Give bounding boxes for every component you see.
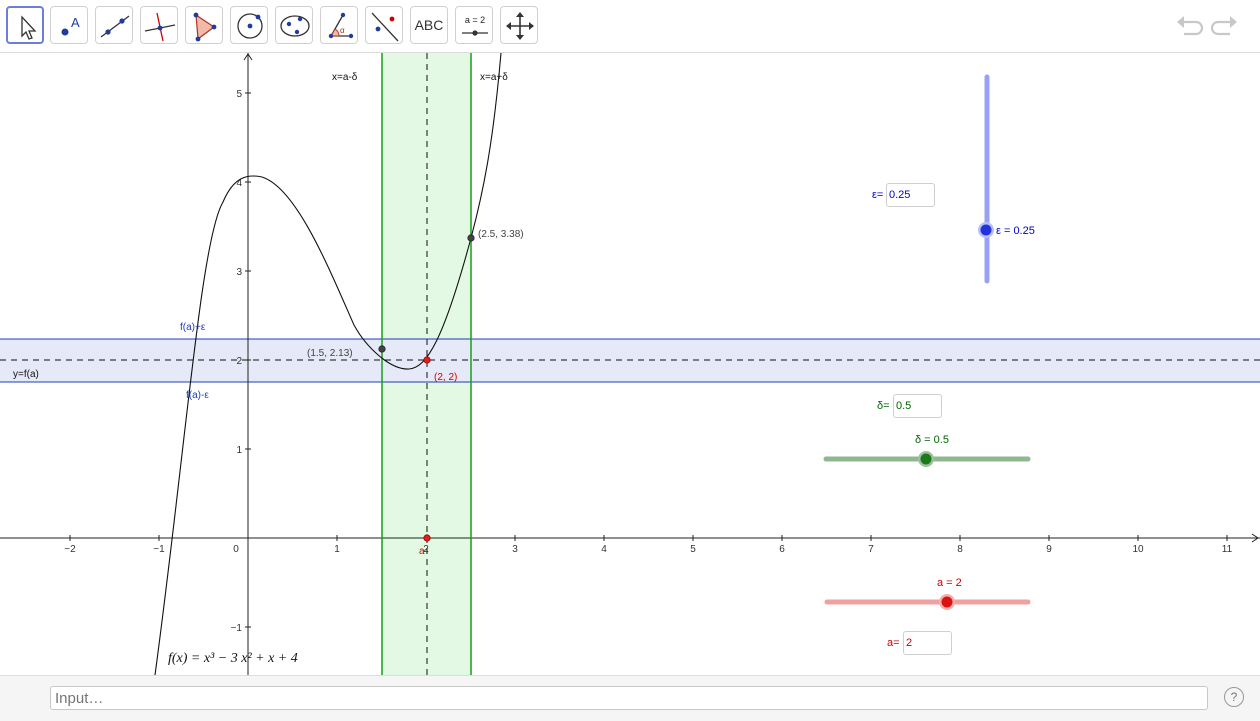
- a-input-field[interactable]: 2: [903, 631, 952, 655]
- redo-icon: [1210, 16, 1237, 36]
- move-graphics-view-button[interactable]: [500, 6, 538, 44]
- move-tool-icon: [21, 15, 37, 40]
- delta-slider-label: δ = 0.5: [915, 434, 949, 446]
- move-tool-button[interactable]: [6, 6, 44, 44]
- x-tick-label: 0: [233, 544, 239, 555]
- x-tick-label: 8: [957, 544, 963, 555]
- y-tick-label: 5: [236, 89, 242, 100]
- slider-tool-label: a = 2: [465, 15, 485, 25]
- undo-icon: [1177, 16, 1204, 36]
- point-left[interactable]: [378, 345, 386, 353]
- point-a-fa[interactable]: [423, 356, 431, 364]
- epsilon-slider-knob[interactable]: [980, 224, 992, 236]
- angle-tool-icon: α: [328, 12, 354, 39]
- label-x-minus: x=a-δ: [332, 72, 358, 83]
- x-tick-label: 11: [1222, 544, 1233, 555]
- epsilon-field-label: ε=: [872, 189, 884, 201]
- point-tool-button[interactable]: A: [50, 6, 88, 44]
- y-tick-label: 2: [236, 356, 242, 367]
- text-tool-icon: ABC: [414, 17, 444, 33]
- a-field-label: a=: [887, 637, 900, 649]
- polygon-tool-icon: [193, 12, 217, 42]
- y-tick-label: 3: [236, 267, 242, 278]
- x-tick-label: 10: [1132, 544, 1144, 555]
- graphics-view[interactable]: −2 −1 0 1 2 3 4 5 6 7 8 9 10 11 −1 1 2 3 4 5 x=a-δ x=a+δ f…: [0, 53, 1260, 675]
- perpendicular-line-tool-icon: [144, 12, 176, 42]
- label-y-fa: y=f(a): [13, 369, 39, 380]
- a-slider-knob[interactable]: [941, 596, 953, 608]
- label-point-a: (2, 2): [434, 372, 457, 383]
- label-point-right: (2.5, 3.38): [478, 229, 524, 240]
- label-f-minus-epsilon: f(a)-ε: [186, 390, 209, 401]
- slider-tool-button[interactable]: a = 2: [455, 6, 493, 44]
- perpendicular-line-tool-button[interactable]: [140, 6, 178, 44]
- y-tick-label: −1: [231, 623, 243, 634]
- point-right[interactable]: [467, 234, 475, 242]
- redo-button[interactable]: [1210, 12, 1240, 42]
- x-tick-label: 9: [1046, 544, 1052, 555]
- x-tick-label: 3: [512, 544, 518, 555]
- point-a-axis[interactable]: [423, 534, 431, 542]
- x-tick-label: 4: [601, 544, 607, 555]
- svg-text:α: α: [340, 26, 345, 35]
- text-tool-button[interactable]: ABC: [410, 6, 448, 44]
- reflect-tool-icon: [371, 12, 399, 42]
- move-graphics-view-icon: [506, 12, 534, 40]
- toolbar: A α ABC a = 2: [0, 0, 1260, 53]
- help-button[interactable]: ?: [1224, 687, 1244, 707]
- label-f-plus-epsilon: f(a)+ε: [180, 322, 206, 333]
- x-tick-label: 7: [868, 544, 874, 555]
- y-tick-label: 1: [236, 445, 242, 456]
- epsilon-slider-label: ε = 0.25: [996, 225, 1035, 237]
- x-tick-label: 6: [779, 544, 785, 555]
- delta-field-label: δ=: [877, 400, 890, 412]
- function-label: f(x) = x³ − 3 x² + x + 4: [168, 651, 298, 666]
- label-a-axis: a: [419, 546, 425, 557]
- ellipse-tool-button[interactable]: [275, 6, 313, 44]
- ellipse-tool-icon: [280, 15, 310, 37]
- circle-tool-icon: [237, 13, 263, 39]
- x-tick-label: −2: [64, 544, 76, 555]
- line-tool-icon: [100, 15, 130, 38]
- reflect-tool-button[interactable]: [365, 6, 403, 44]
- line-tool-button[interactable]: [95, 6, 133, 44]
- epsilon-input-field[interactable]: 0.25: [886, 183, 935, 207]
- a-slider-label: a = 2: [937, 577, 962, 589]
- algebra-input-field[interactable]: [50, 686, 1208, 710]
- label-x-plus: x=a+δ: [480, 72, 508, 83]
- x-tick-label: 5: [690, 544, 696, 555]
- x-tick-label: −1: [153, 544, 165, 555]
- graphics-canvas[interactable]: −2 −1 0 1 2 3 4 5 6 7 8 9 10 11 −112345 x=a-δ x=a+δ f…: [0, 53, 1260, 675]
- input-bar: ?: [0, 675, 1260, 721]
- delta-slider-knob[interactable]: [920, 453, 932, 465]
- polygon-tool-button[interactable]: [185, 6, 223, 44]
- slider-tool-icon: a = 2: [462, 15, 488, 36]
- delta-input-field[interactable]: 0.5: [893, 394, 942, 418]
- point-tool-icon: A: [61, 15, 80, 36]
- circle-tool-button[interactable]: [230, 6, 268, 44]
- undo-button[interactable]: [1174, 12, 1204, 42]
- angle-tool-button[interactable]: α: [320, 6, 358, 44]
- label-point-left: (1.5, 2.13): [307, 348, 353, 359]
- x-tick-label: 1: [334, 544, 340, 555]
- svg-text:A: A: [71, 15, 80, 30]
- help-icon: ?: [1230, 690, 1238, 704]
